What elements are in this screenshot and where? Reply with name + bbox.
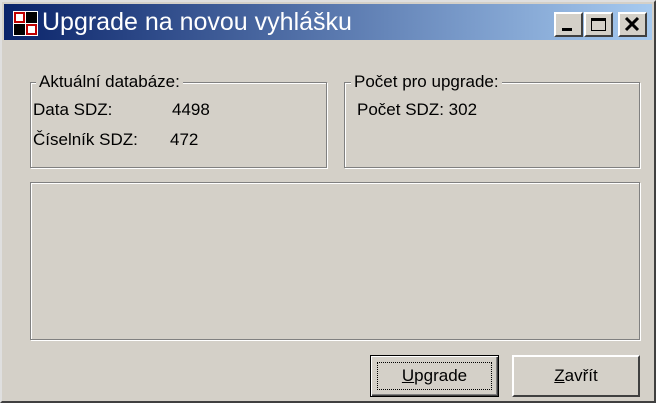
pocet-sdz-label: Počet SDZ: 302 xyxy=(357,100,477,120)
upgrade-label-rest: pgrade xyxy=(414,366,468,385)
upgrade-count-group: Počet pro upgrade: Počet SDZ: 302 xyxy=(344,72,640,168)
ciselnik-sdz-value: 472 xyxy=(170,130,199,149)
minimize-icon xyxy=(562,28,572,31)
current-database-legend: Aktuální databáze: xyxy=(36,72,183,92)
maximize-button[interactable] xyxy=(584,12,613,37)
minimize-button[interactable] xyxy=(554,12,583,37)
close-mnemonic: Z xyxy=(554,366,565,385)
close-icon xyxy=(624,16,640,32)
pocet-sdz-value: 302 xyxy=(448,100,478,119)
upgrade-button[interactable]: Upgrade xyxy=(370,355,499,397)
progress-panel xyxy=(30,182,640,340)
app-table-icon xyxy=(13,11,38,36)
upgrade-count-legend: Počet pro upgrade: xyxy=(351,72,502,92)
close-dialog-button[interactable]: Zavřít xyxy=(512,355,640,397)
pocet-sdz-label-text: Počet SDZ: xyxy=(357,100,444,119)
close-label-rest: avřít xyxy=(564,366,598,385)
upgrade-button-label: Upgrade xyxy=(402,366,467,386)
data-sdz-value: 4498 xyxy=(172,100,210,119)
maximize-icon xyxy=(591,18,606,31)
upgrade-dialog: Upgrade na novou vyhlášku Aktuální datab… xyxy=(0,0,656,403)
current-database-group: Aktuální databáze: Data SDZ: 4498 Číseln… xyxy=(30,72,327,168)
title-bar[interactable]: Upgrade na novou vyhlášku xyxy=(4,4,652,40)
window-title: Upgrade na novou vyhlášku xyxy=(42,8,352,36)
close-button-label: Zavřít xyxy=(554,366,597,386)
data-sdz-label: Data SDZ: xyxy=(33,100,113,119)
close-button[interactable] xyxy=(618,12,647,37)
ciselnik-sdz-label: Číselník SDZ: xyxy=(33,130,138,149)
upgrade-mnemonic: U xyxy=(401,366,415,385)
